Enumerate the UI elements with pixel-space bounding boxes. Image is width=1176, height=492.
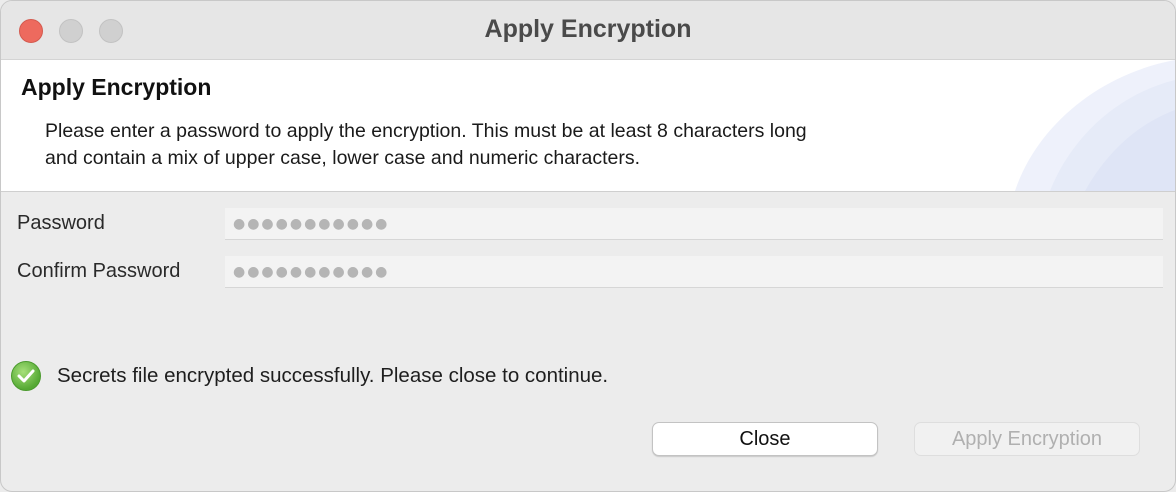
confirm-password-label: Confirm Password	[17, 260, 181, 282]
dialog-description: Please enter a password to apply the enc…	[45, 118, 1005, 172]
title-bar: Apply Encryption	[1, 1, 1175, 60]
window-title: Apply Encryption	[484, 15, 692, 43]
header-decoration	[1015, 60, 1175, 191]
dialog-heading: Apply Encryption	[21, 74, 212, 100]
apply-encryption-dialog: Apply Encryption Apply Encryption Please…	[0, 0, 1176, 492]
description-line-1: Please enter a password to apply the enc…	[45, 120, 807, 142]
password-label: Password	[17, 212, 105, 234]
confirm-password-row: Confirm Password ●●●●●●●●●●●	[1, 256, 1175, 290]
password-row: Password ●●●●●●●●●●●	[1, 208, 1175, 242]
check-circle-icon	[11, 361, 41, 391]
status-text: Secrets file encrypted successfully. Ple…	[57, 364, 609, 387]
confirm-password-field[interactable]: ●●●●●●●●●●●	[225, 256, 1163, 288]
dialog-header: Apply Encryption Please enter a password…	[1, 60, 1175, 192]
apply-encryption-button[interactable]: Apply Encryption	[914, 422, 1140, 456]
close-button[interactable]: Close	[652, 422, 878, 456]
description-line-2: and contain a mix of upper case, lower c…	[45, 147, 641, 169]
password-field[interactable]: ●●●●●●●●●●●	[225, 208, 1163, 240]
